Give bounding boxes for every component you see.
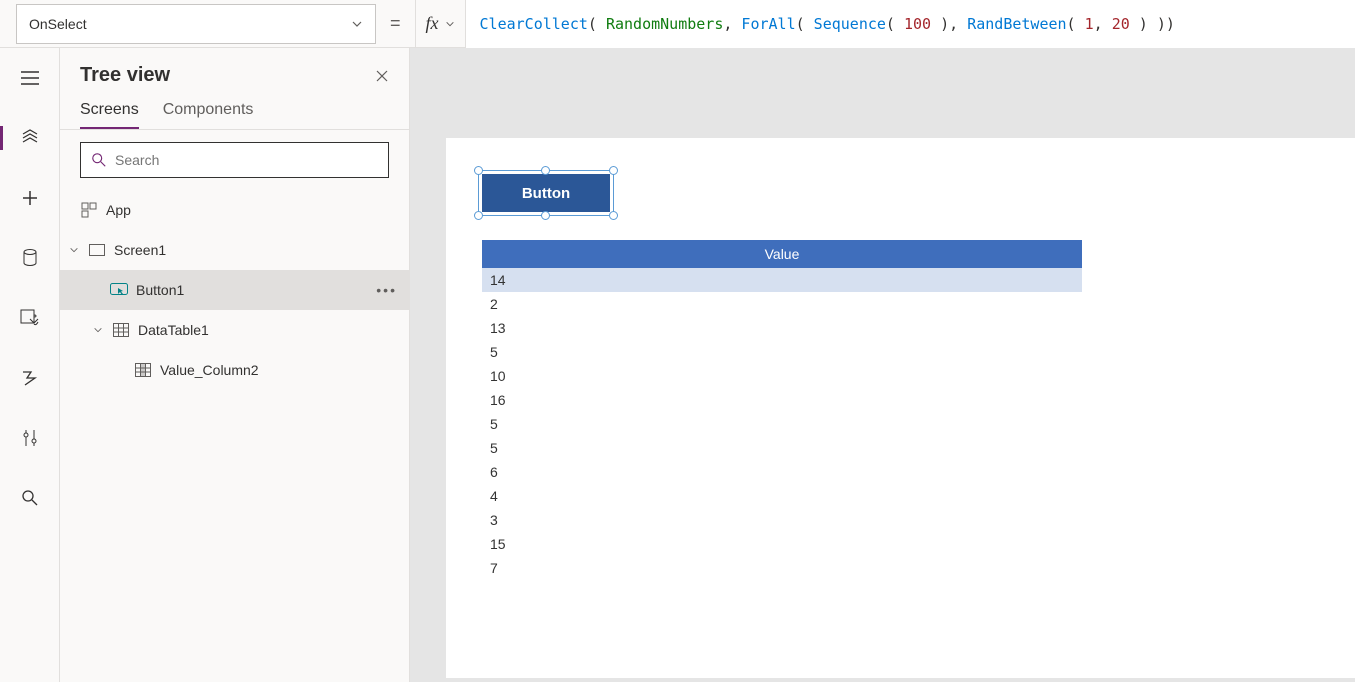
fx-icon: fx <box>426 13 439 34</box>
table-row[interactable]: 16 <box>482 388 1082 412</box>
formula-bar[interactable]: ClearCollect( RandomNumbers, ForAll( Seq… <box>466 0 1355 48</box>
formula-token: Sequence <box>814 15 886 33</box>
property-selector-dropdown[interactable]: OnSelect <box>16 4 376 44</box>
chevron-down-icon[interactable] <box>92 325 104 335</box>
table-row[interactable]: 6 <box>482 460 1082 484</box>
table-row[interactable]: 10 <box>482 364 1082 388</box>
tree: App Screen1 Button1 ••• <box>60 190 409 682</box>
canvas-datatable-control[interactable]: Value 142135101655643157 <box>482 240 1082 580</box>
top-bar: OnSelect = fx ClearCollect( RandomNumber… <box>0 0 1355 48</box>
table-row[interactable]: 5 <box>482 436 1082 460</box>
formula-token: ( <box>588 15 606 33</box>
data-icon[interactable] <box>6 240 54 276</box>
tree-item-datatable[interactable]: DataTable1 <box>60 310 409 350</box>
formula-token: 20 <box>1112 15 1130 33</box>
formula-token: ( <box>886 15 904 33</box>
chevron-down-icon[interactable] <box>68 245 80 255</box>
advanced-tools-icon[interactable] <box>6 420 54 456</box>
canvas-area: Button Value 142135101655643157 <box>410 48 1355 682</box>
button-control-icon <box>110 283 128 297</box>
screen-icon <box>88 244 106 256</box>
datatable-icon <box>112 323 130 337</box>
canvas-button-control[interactable]: Button <box>482 174 610 212</box>
formula-token: ) )) <box>1130 15 1175 33</box>
more-options-icon[interactable]: ••• <box>376 282 397 298</box>
insert-icon[interactable] <box>6 180 54 216</box>
app-icon <box>80 202 98 218</box>
equals-label: = <box>376 13 415 34</box>
resize-handle-s[interactable] <box>541 211 550 220</box>
tab-screens[interactable]: Screens <box>80 101 139 129</box>
table-row[interactable]: 2 <box>482 292 1082 316</box>
resize-handle-se[interactable] <box>609 211 618 220</box>
search-box[interactable] <box>80 142 389 178</box>
datatable-body: 142135101655643157 <box>482 268 1082 580</box>
formula-token: ( <box>796 15 814 33</box>
table-row[interactable]: 7 <box>482 556 1082 580</box>
tab-components[interactable]: Components <box>163 101 254 129</box>
table-row[interactable]: 13 <box>482 316 1082 340</box>
table-row[interactable]: 5 <box>482 340 1082 364</box>
chevron-down-icon <box>351 18 363 30</box>
search-input[interactable] <box>115 152 378 168</box>
tree-item-button[interactable]: Button1 ••• <box>60 270 409 310</box>
button-label[interactable]: Button <box>482 174 610 212</box>
left-rail <box>0 48 60 682</box>
tree-item-column[interactable]: Value_Column2 <box>60 350 409 390</box>
close-icon[interactable] <box>375 69 389 83</box>
tree-item-label: Screen1 <box>114 242 166 258</box>
chevron-down-icon <box>445 19 455 29</box>
table-row[interactable]: 5 <box>482 412 1082 436</box>
formula-token: , <box>1094 15 1112 33</box>
hamburger-menu-icon[interactable] <box>6 60 54 96</box>
formula-token: RandomNumbers <box>606 15 723 33</box>
formula-token: , <box>723 15 741 33</box>
formula-token: 1 <box>1085 15 1094 33</box>
tree-item-label: Value_Column2 <box>160 362 259 378</box>
tree-item-label: App <box>106 202 131 218</box>
column-icon <box>134 363 152 377</box>
fx-button[interactable]: fx <box>415 0 466 48</box>
tree-view-icon[interactable] <box>6 120 54 156</box>
tree-item-label: Button1 <box>136 282 184 298</box>
formula-token: ClearCollect <box>480 15 588 33</box>
power-automate-icon[interactable] <box>6 360 54 396</box>
formula-token: RandBetween <box>967 15 1066 33</box>
tree-item-screen[interactable]: Screen1 <box>60 230 409 270</box>
property-selector-value: OnSelect <box>29 16 87 32</box>
tree-item-label: DataTable1 <box>138 322 209 338</box>
formula-token: 100 <box>904 15 931 33</box>
table-row[interactable]: 14 <box>482 268 1082 292</box>
datatable-header[interactable]: Value <box>482 240 1082 268</box>
table-row[interactable]: 3 <box>482 508 1082 532</box>
resize-handle-sw[interactable] <box>474 211 483 220</box>
resize-handle-ne[interactable] <box>609 166 618 175</box>
formula-token: ForAll <box>741 15 795 33</box>
formula-token: ( <box>1067 15 1085 33</box>
canvas-screen[interactable]: Button Value 142135101655643157 <box>446 138 1355 678</box>
table-row[interactable]: 15 <box>482 532 1082 556</box>
panel-title: Tree view <box>80 64 170 87</box>
formula-token: ), <box>931 15 967 33</box>
tree-item-app[interactable]: App <box>60 190 409 230</box>
media-icon[interactable] <box>6 300 54 336</box>
search-icon[interactable] <box>6 480 54 516</box>
table-row[interactable]: 4 <box>482 484 1082 508</box>
tree-view-panel: Tree view Screens Components App <box>60 48 410 682</box>
panel-tabs: Screens Components <box>60 95 409 130</box>
search-icon <box>91 152 107 168</box>
main-area: Tree view Screens Components App <box>0 48 1355 682</box>
